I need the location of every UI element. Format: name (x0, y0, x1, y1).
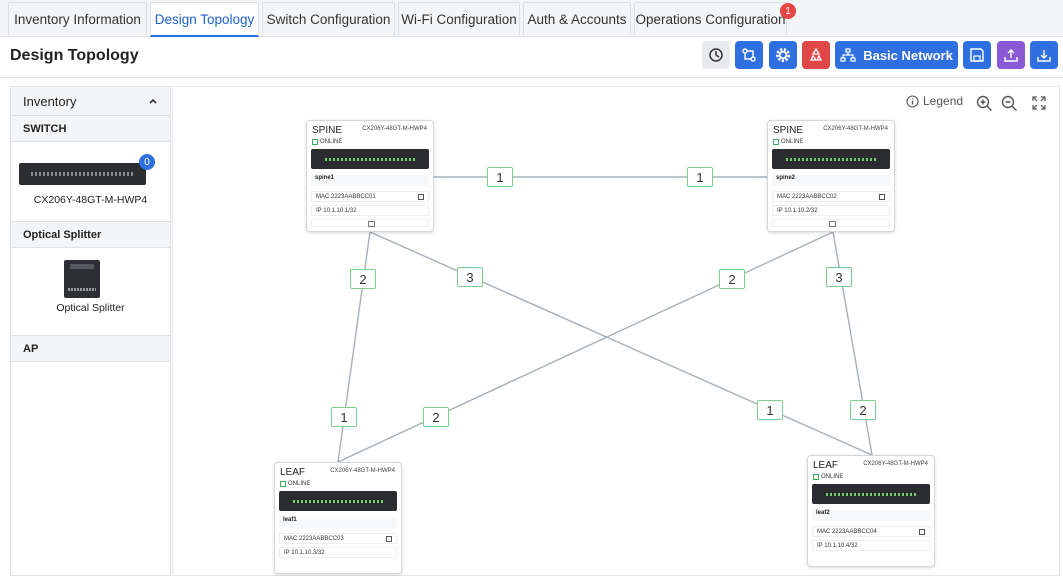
node-mac-text: MAC 2223AABBCC02 (777, 193, 837, 200)
edit-icon[interactable] (879, 193, 885, 200)
link-label[interactable]: 2 (719, 269, 745, 289)
node-mac-text: MAC 2223AABBCC01 (316, 193, 376, 200)
node-role: SPINE (773, 125, 804, 136)
check-icon (813, 474, 819, 480)
node-spine2[interactable]: SPINE CX206Y-48GT-M-HWP4 ONLINE spine2 M… (767, 120, 895, 232)
node-ip-text: IP 10.1.10.4/32 (817, 542, 858, 549)
node-mac: MAC 2223AABBCC01 (311, 191, 429, 202)
node-mac-text: MAC 2223AABBCC04 (817, 528, 877, 535)
edit-icon[interactable] (919, 528, 925, 535)
link-spine1-leaf1 (337, 231, 371, 463)
node-mac: MAC 2223AABBCC02 (772, 191, 890, 202)
node-mac: MAC 2223AABBCC04 (812, 526, 930, 537)
node-expand[interactable] (311, 219, 429, 227)
edit-icon[interactable] (418, 193, 424, 200)
link-spine2-leaf1 (337, 231, 834, 463)
node-ip-text: IP 10.1.10.1/32 (316, 207, 357, 214)
node-status-text: ONLINE (288, 481, 311, 487)
node-mac: MAC 2223AABBCC03 (279, 533, 397, 544)
node-name: spine1 (311, 175, 429, 186)
link-label[interactable]: 2 (850, 400, 876, 420)
switch-device-icon (772, 149, 890, 169)
node-leaf2[interactable]: LEAF CX206Y-48GT-M-HWP4 ONLINE leaf2 MAC… (807, 455, 935, 567)
switch-device-icon (812, 484, 930, 504)
node-ip: IP 10.1.10.3/32 (279, 547, 397, 558)
node-role: LEAF (813, 460, 839, 471)
check-icon (312, 139, 318, 145)
node-role: SPINE (312, 125, 343, 136)
check-icon (280, 481, 286, 487)
link-spine2-leaf2 (832, 231, 873, 456)
node-ip: IP 10.1.10.2/32 (772, 205, 890, 216)
node-role: LEAF (280, 467, 306, 478)
node-model: CX206Y-48GT-M-HWP4 (823, 126, 888, 132)
link-label[interactable]: 1 (757, 400, 783, 420)
node-status: ONLINE (280, 481, 310, 487)
node-status-text: ONLINE (821, 474, 844, 480)
node-model: CX206Y-48GT-M-HWP4 (863, 461, 928, 467)
node-status: ONLINE (773, 139, 803, 145)
node-expand[interactable] (772, 219, 890, 227)
check-icon (773, 139, 779, 145)
node-name: spine2 (772, 175, 890, 186)
link-label[interactable]: 1 (331, 407, 357, 427)
node-leaf1[interactable]: LEAF CX206Y-48GT-M-HWP4 ONLINE leaf1 MAC… (274, 462, 402, 574)
node-model: CX206Y-48GT-M-HWP4 (362, 126, 427, 132)
link-label[interactable]: 2 (423, 407, 449, 427)
node-status: ONLINE (312, 139, 342, 145)
switch-device-icon (311, 149, 429, 169)
switch-device-icon (279, 491, 397, 511)
node-model: CX206Y-48GT-M-HWP4 (330, 468, 395, 474)
link-label[interactable]: 3 (826, 267, 852, 287)
edit-icon[interactable] (386, 535, 392, 542)
node-mac-text: MAC 2223AABBCC03 (284, 535, 344, 542)
node-status-text: ONLINE (781, 139, 804, 145)
node-ip: IP 10.1.10.4/32 (812, 540, 930, 551)
link-label[interactable]: 1 (487, 167, 513, 187)
node-spine1[interactable]: SPINE CX206Y-48GT-M-HWP4 ONLINE spine1 M… (306, 120, 434, 232)
node-name: leaf2 (812, 510, 930, 521)
link-label[interactable]: 3 (457, 267, 483, 287)
node-status-text: ONLINE (320, 139, 343, 145)
node-ip-text: IP 10.1.10.2/32 (777, 207, 818, 214)
node-ip: IP 10.1.10.1/32 (311, 205, 429, 216)
link-label[interactable]: 1 (687, 167, 713, 187)
node-status: ONLINE (813, 474, 843, 480)
node-name: leaf1 (279, 517, 397, 528)
link-label[interactable]: 2 (350, 269, 376, 289)
node-ip-text: IP 10.1.10.3/32 (284, 549, 325, 556)
